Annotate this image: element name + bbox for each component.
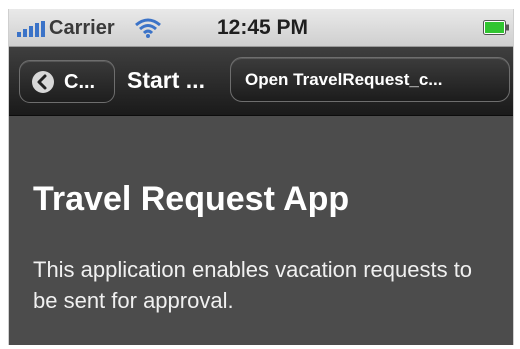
app-title: Travel Request App — [33, 180, 350, 218]
battery-icon — [483, 20, 509, 35]
app-description: This application enables vacation reques… — [33, 257, 473, 313]
status-time: 12:45 PM — [217, 16, 309, 39]
signal-bars-icon — [17, 21, 45, 37]
nav-title: Start ... — [127, 67, 205, 93]
carrier-name: Carrier — [49, 17, 115, 39]
navigation-bar: C... Start ... Open TravelRequest_c... — [9, 47, 513, 116]
open-button-label: Open TravelRequest_c... — [245, 70, 443, 89]
phone-screen: Carrier 12:45 PM C... Start ... Open Tra… — [8, 9, 514, 345]
back-button-label: C... — [64, 71, 96, 93]
chevron-left-icon — [32, 71, 54, 93]
back-button[interactable]: C... — [19, 60, 115, 103]
wifi-icon — [135, 18, 161, 38]
status-bar: Carrier 12:45 PM — [9, 9, 513, 47]
open-travel-request-button[interactable]: Open TravelRequest_c... — [230, 57, 510, 102]
main-content: Travel Request App This application enab… — [9, 116, 513, 345]
